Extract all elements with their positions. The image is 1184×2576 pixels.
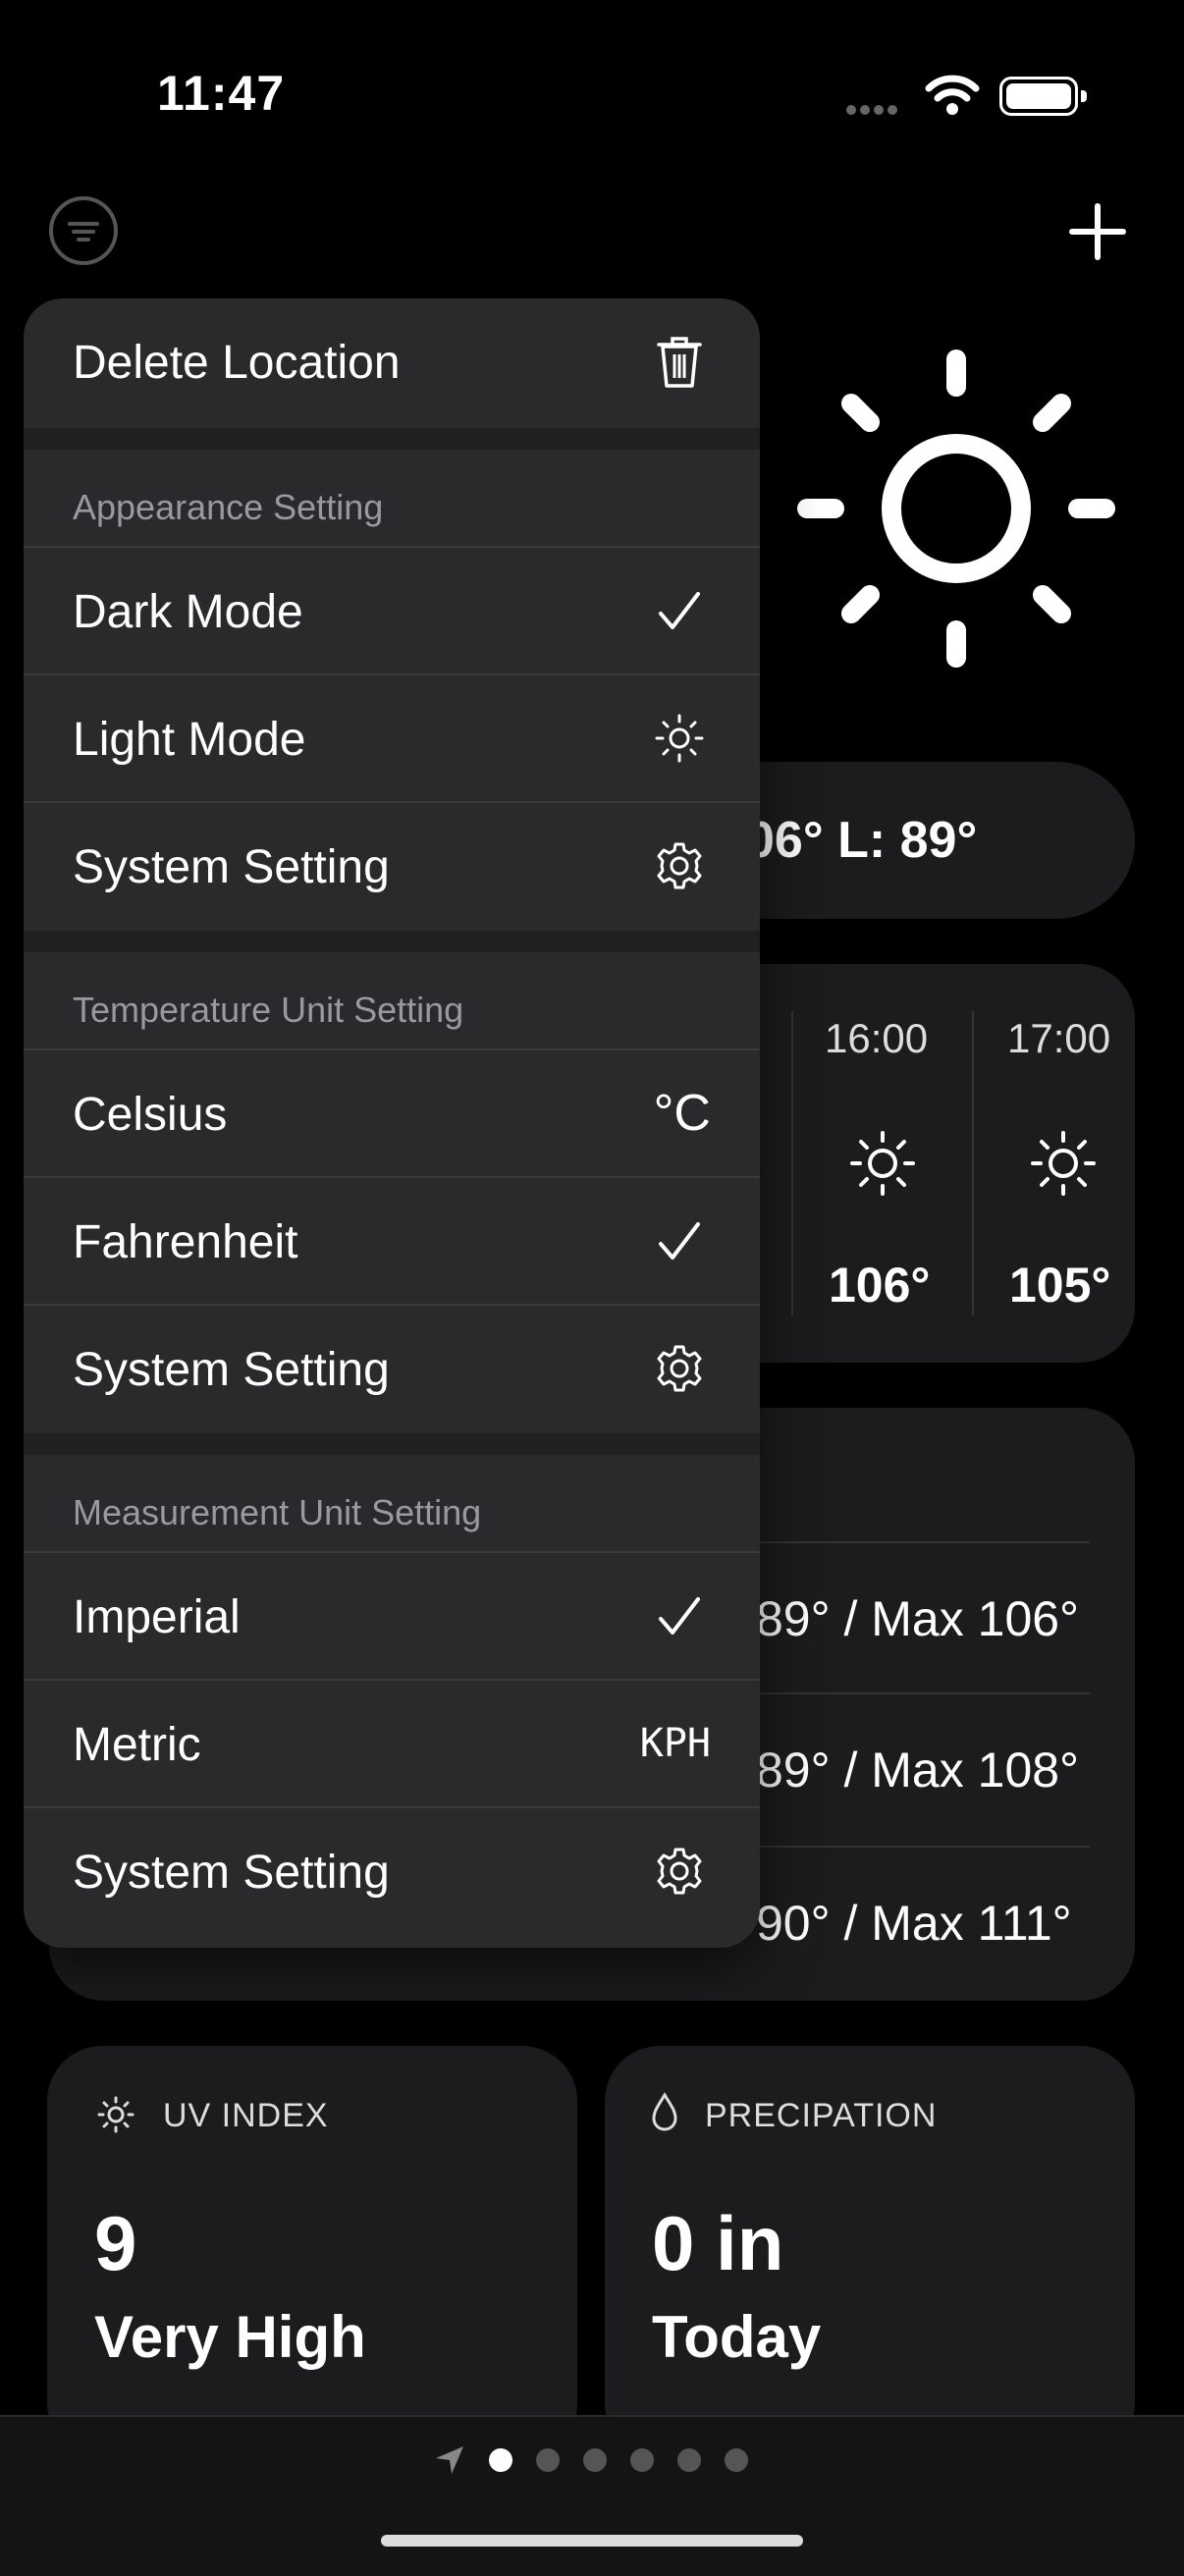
add-location-button[interactable] [1068,202,1127,266]
daily-range: 89° / Max 106° [756,1591,1080,1646]
uv-index-label: UV INDEX [163,2097,329,2134]
location-arrow-icon[interactable] [432,2442,467,2483]
gear-icon [648,834,711,897]
kph-icon: KPH [639,1721,711,1766]
light-mode-item[interactable]: Light Mode [24,675,760,803]
dark-mode-item[interactable]: Dark Mode [24,548,760,675]
gear-icon [648,1337,711,1400]
appearance-system-setting-item[interactable]: System Setting [24,803,760,931]
menu-item-label: Delete Location [73,337,401,389]
menu-separator [24,931,760,952]
checkmark-icon [648,1209,711,1272]
section-title: Measurement Unit Setting [73,1492,482,1532]
hour-temp: 105° [1009,1258,1111,1313]
filter-icon [68,222,99,242]
metric-item[interactable]: Metric KPH [24,1681,760,1808]
status-time: 11:47 [157,66,286,121]
menu-separator [24,428,760,450]
menu-separator [24,1433,760,1455]
high-low-text: 06° L: 89° [746,812,978,869]
hour-time: 16:00 [825,1015,929,1061]
hourly-divider [972,1011,974,1315]
temperature-section-header: Temperature Unit Setting [24,952,760,1050]
page-dot[interactable] [583,2448,607,2472]
trash-icon [648,330,711,393]
daily-range: 89° / Max 108° [756,1743,1080,1798]
daily-range: 90° / Max 111° [756,1896,1072,1951]
page-dot[interactable] [630,2448,654,2472]
page-dot-active[interactable] [489,2448,512,2472]
menu-item-label: Celsius [73,1089,228,1141]
wifi-icon [925,73,980,121]
sun-icon [96,2095,135,2139]
measurement-system-setting-item[interactable]: System Setting [24,1808,760,1936]
menu-item-label: System Setting [73,841,390,893]
temperature-system-setting-item[interactable]: System Setting [24,1306,760,1433]
page-dot[interactable] [725,2448,748,2472]
celsius-icon: °C [653,1085,711,1142]
measurement-section-header: Measurement Unit Setting [24,1455,760,1553]
gear-icon [648,1840,711,1903]
page-dot[interactable] [677,2448,701,2472]
delete-location-item[interactable]: Delete Location [24,298,760,428]
checkmark-icon [648,579,711,642]
uv-index-value: 9 [94,2200,137,2286]
appearance-section-header: Appearance Setting [24,450,760,548]
sun-icon [648,707,711,770]
page-indicator-bar [0,2415,1184,2576]
plus-icon [1069,203,1126,260]
menu-item-label: Light Mode [73,714,306,766]
checkmark-icon [648,1584,711,1647]
uv-index-desc: Very High [94,2304,366,2370]
sun-icon [1029,1129,1098,1203]
menu-item-label: Fahrenheit [73,1216,298,1268]
page-dot[interactable] [536,2448,560,2472]
section-title: Appearance Setting [73,487,384,527]
settings-menu: Delete Location Appearance Setting Dark … [24,298,760,1948]
imperial-item[interactable]: Imperial [24,1553,760,1681]
hourly-divider [791,1011,793,1315]
section-title: Temperature Unit Setting [73,990,464,1030]
hour-temp: 106° [829,1258,931,1313]
menu-item-label: Metric [73,1719,201,1771]
hour-time: 17:00 [1007,1015,1111,1061]
raindrop-icon [648,2091,681,2139]
menu-item-label: System Setting [73,1344,390,1396]
precipitation-label: PRECIPATION [705,2097,938,2134]
menu-item-label: Imperial [73,1591,241,1643]
menu-item-label: System Setting [73,1847,390,1899]
sun-icon [848,1129,917,1203]
precipitation-value: 0 in [652,2200,784,2286]
filter-menu-button[interactable] [49,196,118,265]
home-indicator [381,2535,803,2547]
celsius-item[interactable]: Celsius °C [24,1050,760,1178]
current-condition-sun-icon [797,349,1115,672]
precipitation-desc: Today [652,2304,822,2370]
battery-icon [999,77,1087,116]
menu-item-label: Dark Mode [73,586,303,638]
fahrenheit-item[interactable]: Fahrenheit [24,1178,760,1306]
cellular-signal-icon [846,102,901,120]
